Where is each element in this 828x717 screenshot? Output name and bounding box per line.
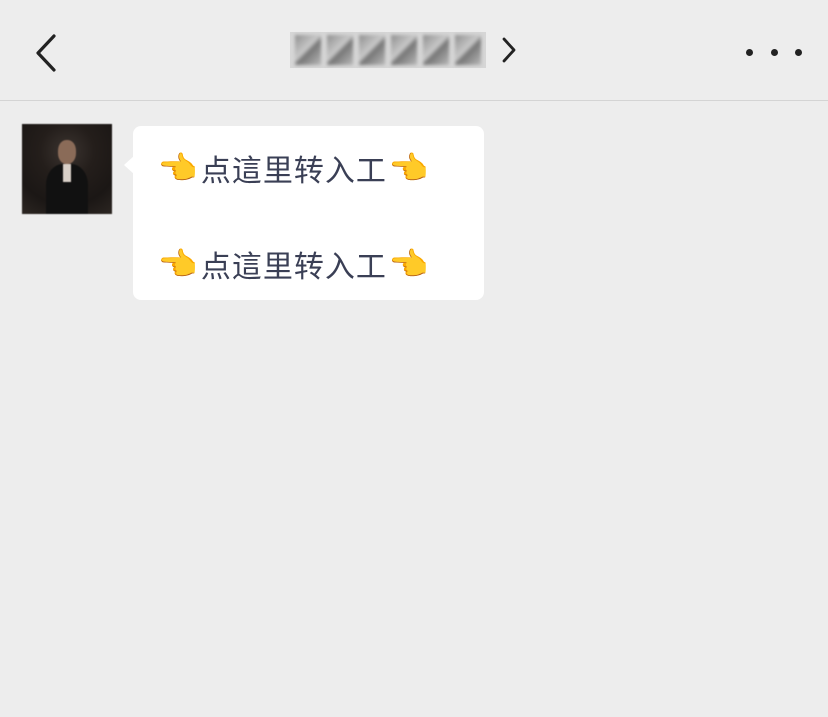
nav-bar	[0, 0, 828, 101]
message-link-line[interactable]: 👉 点這里转入工 👈	[159, 146, 429, 190]
message-bubble[interactable]: 👉 点這里转入工 👈 👉 点這里转入工 👈	[124, 126, 484, 300]
chat-screen: 👉 点這里转入工 👈 👉 点這里转入工 👈	[0, 0, 828, 717]
chevron-left-icon	[36, 34, 56, 72]
title-blurred-name	[290, 32, 486, 68]
more-options-button[interactable]	[746, 38, 802, 66]
pointing-hand-icon: 👈	[388, 149, 429, 187]
chevron-right-icon	[502, 37, 516, 63]
back-button[interactable]	[22, 22, 72, 82]
chat-title[interactable]	[290, 28, 518, 72]
message-link-line[interactable]: 👉 点這里转入工 👈	[159, 242, 429, 286]
pointing-hand-icon: 👈	[388, 245, 429, 283]
pointing-hand-icon: 👉	[159, 245, 199, 283]
message-text: 点這里转入工	[200, 250, 387, 285]
pointing-hand-icon: 👉	[159, 149, 199, 187]
message-text: 点這里转入工	[200, 154, 387, 189]
contact-avatar[interactable]	[22, 124, 112, 214]
more-dots-icon	[746, 48, 753, 56]
